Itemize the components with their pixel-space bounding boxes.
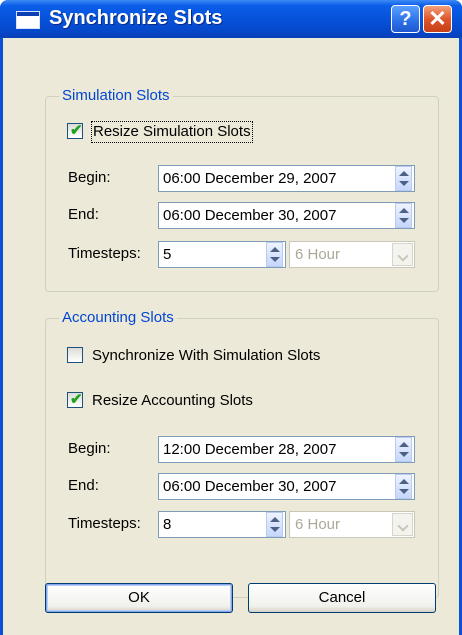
acc-begin-spinner[interactable] [395, 437, 412, 462]
spin-down-icon[interactable] [399, 452, 409, 457]
acc-timestep-unit-value: 6 Hour [295, 516, 341, 533]
resize-accounting-checkbox-row[interactable]: ✔ Resize Accounting Slots [67, 390, 317, 412]
acc-timesteps-label: Timesteps: [68, 515, 141, 532]
sync-with-simulation-label: Synchronize With Simulation Slots [92, 347, 321, 364]
help-button[interactable]: ? [391, 5, 420, 33]
acc-end-label: End: [68, 477, 99, 494]
acc-end-spinner[interactable] [395, 474, 412, 499]
acc-begin-input[interactable]: 12:00 December 28, 2007 [158, 436, 415, 463]
spin-down-icon[interactable] [399, 489, 409, 494]
spin-down-icon[interactable] [399, 218, 409, 223]
dialog-window: Synchronize Slots ? ✕ Simulation Slots ✔… [0, 0, 462, 635]
sim-begin-spinner[interactable] [395, 166, 412, 191]
acc-end-input[interactable]: 06:00 December 30, 2007 [158, 473, 415, 500]
spin-up-icon[interactable] [399, 479, 409, 484]
spin-up-icon[interactable] [270, 247, 280, 252]
dialog-body: Simulation Slots ✔ Resize Simulation Slo… [3, 38, 459, 635]
check-mark-icon: ✔ [70, 122, 83, 139]
sim-timesteps-label: Timesteps: [68, 245, 141, 262]
resize-simulation-checkbox[interactable]: ✔ [67, 122, 83, 139]
sim-timestep-unit-value: 6 Hour [295, 246, 341, 263]
check-mark-icon: ✔ [70, 391, 83, 408]
spin-up-icon[interactable] [399, 442, 409, 447]
close-button[interactable]: ✕ [423, 5, 452, 33]
sim-end-label: End: [68, 206, 99, 223]
sim-end-input[interactable]: 06:00 December 30, 2007 [158, 202, 415, 229]
sync-with-simulation-checkbox[interactable] [67, 347, 83, 363]
spin-up-icon[interactable] [270, 517, 280, 522]
acc-begin-label: Begin: [68, 440, 111, 457]
resize-accounting-checkbox[interactable]: ✔ [67, 391, 83, 408]
spin-up-icon[interactable] [399, 171, 409, 176]
spin-up-icon[interactable] [399, 208, 409, 213]
sync-with-simulation-checkbox-row[interactable]: Synchronize With Simulation Slots [67, 345, 397, 367]
title-bar[interactable]: Synchronize Slots ? ✕ [0, 0, 462, 38]
window-title: Synchronize Slots [49, 7, 223, 29]
simulation-slots-legend: Simulation Slots [59, 86, 173, 106]
accounting-slots-legend: Accounting Slots [59, 308, 177, 328]
sim-end-spinner[interactable] [395, 203, 412, 228]
spin-down-icon[interactable] [270, 257, 280, 262]
chevron-down-icon[interactable] [392, 243, 413, 266]
spin-down-icon[interactable] [270, 527, 280, 532]
resize-accounting-label: Resize Accounting Slots [92, 392, 253, 409]
acc-timesteps-spinner[interactable] [266, 512, 283, 537]
sim-begin-input[interactable]: 06:00 December 29, 2007 [158, 165, 415, 192]
window-icon [16, 11, 40, 29]
resize-simulation-label: Resize Simulation Slots [91, 121, 253, 143]
spin-down-icon[interactable] [399, 181, 409, 186]
ok-button[interactable]: OK [45, 583, 233, 613]
acc-timestep-unit-select[interactable]: 6 Hour [289, 511, 415, 538]
sim-timesteps-spinner[interactable] [266, 242, 283, 267]
sim-timestep-unit-select[interactable]: 6 Hour [289, 241, 415, 268]
resize-simulation-checkbox-row[interactable]: ✔ Resize Simulation Slots [67, 121, 317, 143]
chevron-down-icon[interactable] [392, 513, 413, 536]
sim-begin-label: Begin: [68, 169, 111, 186]
cancel-button[interactable]: Cancel [248, 583, 436, 613]
